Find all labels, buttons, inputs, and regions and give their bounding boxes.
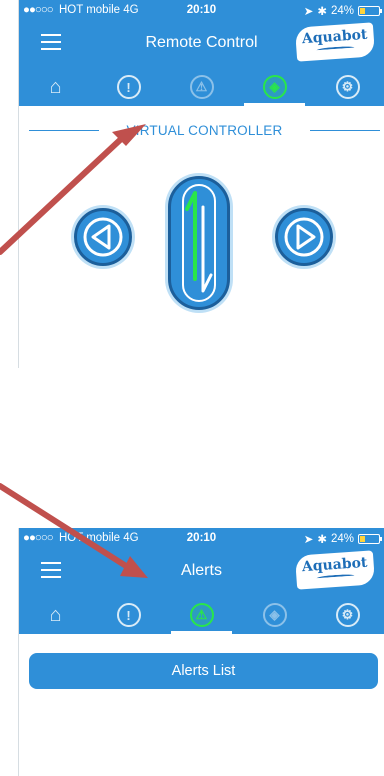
exclamation-icon: ! [116,75,141,99]
home-icon: ⌂ [49,75,62,98]
remote-icon: ◈ [262,75,287,99]
section-label: VIRTUAL CONTROLLER [126,123,283,138]
menu-icon[interactable] [41,562,61,578]
tab-remote[interactable]: ◈ [238,68,311,106]
remote-icon: ◈ [262,603,287,627]
tab-bar: ⌂ ! ⚠ ◈ ⚙ [19,68,384,106]
battery-text: 24% [330,5,354,17]
tab-settings[interactable]: ⚙ [311,596,384,634]
right-control-button[interactable] [275,208,333,266]
tab-settings[interactable]: ⚙ [311,68,384,106]
status-bar: ●●○○○ HOT mobile 4G 20:10 ➤ ✱ 24% [19,528,384,550]
warning-icon: ⚠ [189,75,214,99]
home-icon: ⌂ [49,603,62,626]
page: ●●○○○ HOT mobile 4G 20:10 ➤ ✱ 24% Remote… [0,0,384,776]
warning-icon: ⚠ [189,603,214,627]
battery-icon [358,534,382,544]
tab-alerts[interactable]: ⚠ [165,596,238,634]
aquabot-logo: Aquabot [294,550,376,590]
page-title: Remote Control [145,34,258,51]
menu-icon[interactable] [41,34,61,50]
battery-text: 24% [330,533,354,545]
location-icon: ➤ [303,6,314,18]
app-header: ●●○○○ HOT mobile 4G 20:10 ➤ ✱ 24% Remote… [19,0,384,106]
gears-icon: ⚙ [335,603,360,627]
gears-icon: ⚙ [335,75,360,99]
tab-alerts[interactable]: ⚠ [165,68,238,106]
app-header: ●●○○○ HOT mobile 4G 20:10 ➤ ✱ 24% Alerts… [19,528,384,634]
status-bar: ●●○○○ HOT mobile 4G 20:10 ➤ ✱ 24% [19,0,384,22]
triangle-right-icon [284,217,324,257]
forward-back-control-button[interactable] [168,176,230,310]
bluetooth-icon: ✱ [317,534,327,546]
tab-bar: ⌂ ! ⚠ ◈ ⚙ [19,596,384,634]
left-control-button[interactable] [74,208,132,266]
triangle-left-icon [83,217,123,257]
tab-home[interactable]: ⌂ [19,596,92,634]
up-down-arrows-icon [182,184,216,302]
location-icon: ➤ [303,534,314,546]
tab-home[interactable]: ⌂ [19,68,92,106]
tab-status[interactable]: ! [92,596,165,634]
aquabot-logo: Aquabot [294,22,376,62]
tab-remote[interactable]: ◈ [238,596,311,634]
page-title: Alerts [181,562,222,579]
alerts-screen: ●●○○○ HOT mobile 4G 20:10 ➤ ✱ 24% Alerts… [18,528,384,776]
battery-icon [358,6,382,16]
exclamation-icon: ! [116,603,141,627]
logo-text: Aquabot [301,554,368,576]
bluetooth-icon: ✱ [317,6,327,18]
remote-control-screen: ●●○○○ HOT mobile 4G 20:10 ➤ ✱ 24% Remote… [18,0,384,368]
tab-status[interactable]: ! [92,68,165,106]
logo-text: Aquabot [301,26,368,48]
alerts-list-button[interactable]: Alerts List [29,653,378,689]
virtual-controller-header: VIRTUAL CONTROLLER [19,118,384,142]
